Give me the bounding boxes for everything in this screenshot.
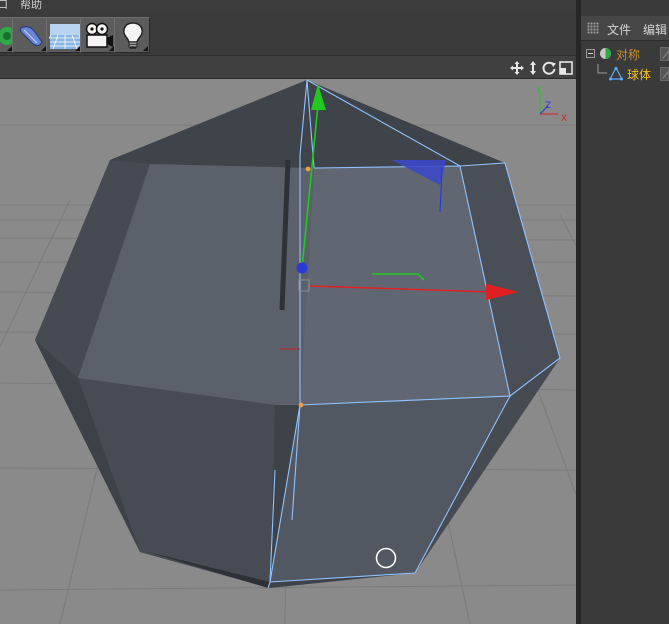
object-manager: 文件 编辑 对称 球体 <box>581 0 669 624</box>
light-tool-button[interactable] <box>114 17 150 53</box>
panel-grip-icon[interactable] <box>587 22 599 34</box>
panel-top-strip <box>581 0 669 16</box>
object-name-sphere[interactable]: 球体 <box>627 66 651 83</box>
submenu-corner-icon <box>143 46 148 51</box>
camera-tool-button[interactable] <box>80 17 116 53</box>
tree-item-symmetry[interactable]: 对称 <box>581 44 669 64</box>
tree-connector-icon <box>597 64 607 74</box>
perspective-viewport[interactable]: Y Z X <box>0 79 576 624</box>
menu-item-help[interactable]: 帮助 <box>20 0 42 12</box>
object-name-symmetry[interactable]: 对称 <box>616 46 640 63</box>
gizmo-center-handle[interactable] <box>296 262 308 274</box>
axis-label-x: X <box>561 114 567 124</box>
sphere-mesh[interactable] <box>35 80 560 588</box>
axis-label-z: Z <box>545 101 551 111</box>
rotate-view-icon[interactable] <box>541 60 557 76</box>
viewport-canvas[interactable]: Y Z X <box>0 79 576 624</box>
vertex-point[interactable] <box>298 402 304 408</box>
move-view-icon[interactable] <box>509 60 525 76</box>
zoom-view-icon[interactable] <box>525 60 541 76</box>
object-tag-box[interactable] <box>660 47 669 61</box>
object-tag-box[interactable] <box>660 67 669 81</box>
tree-item-sphere[interactable]: 球体 <box>581 64 669 84</box>
floor-tool-button[interactable] <box>46 17 82 53</box>
vertex-point[interactable] <box>305 166 311 172</box>
axis-label-y: Y <box>535 86 542 96</box>
sphere-primitive-icon <box>609 67 623 81</box>
cinema4d-window: 口 帮助 Y Z X 文件 编辑 对称 球体 <box>0 0 669 624</box>
menu-file[interactable]: 文件 <box>607 21 631 38</box>
viewport-header <box>0 56 578 79</box>
menu-item-fragment[interactable]: 口 <box>0 0 8 12</box>
menu-bar: 口 帮助 <box>0 0 578 14</box>
toolbar <box>0 14 578 56</box>
deformer-tool-button[interactable] <box>12 17 48 53</box>
collapse-toggle-icon[interactable] <box>586 49 595 58</box>
menu-edit[interactable]: 编辑 <box>643 21 667 38</box>
orientation-axis: Y Z X <box>535 86 567 124</box>
symmetry-icon <box>600 48 611 59</box>
object-tree: 对称 球体 <box>581 42 669 624</box>
object-manager-menu: 文件 编辑 <box>581 16 669 41</box>
maximize-view-icon[interactable] <box>558 60 574 76</box>
